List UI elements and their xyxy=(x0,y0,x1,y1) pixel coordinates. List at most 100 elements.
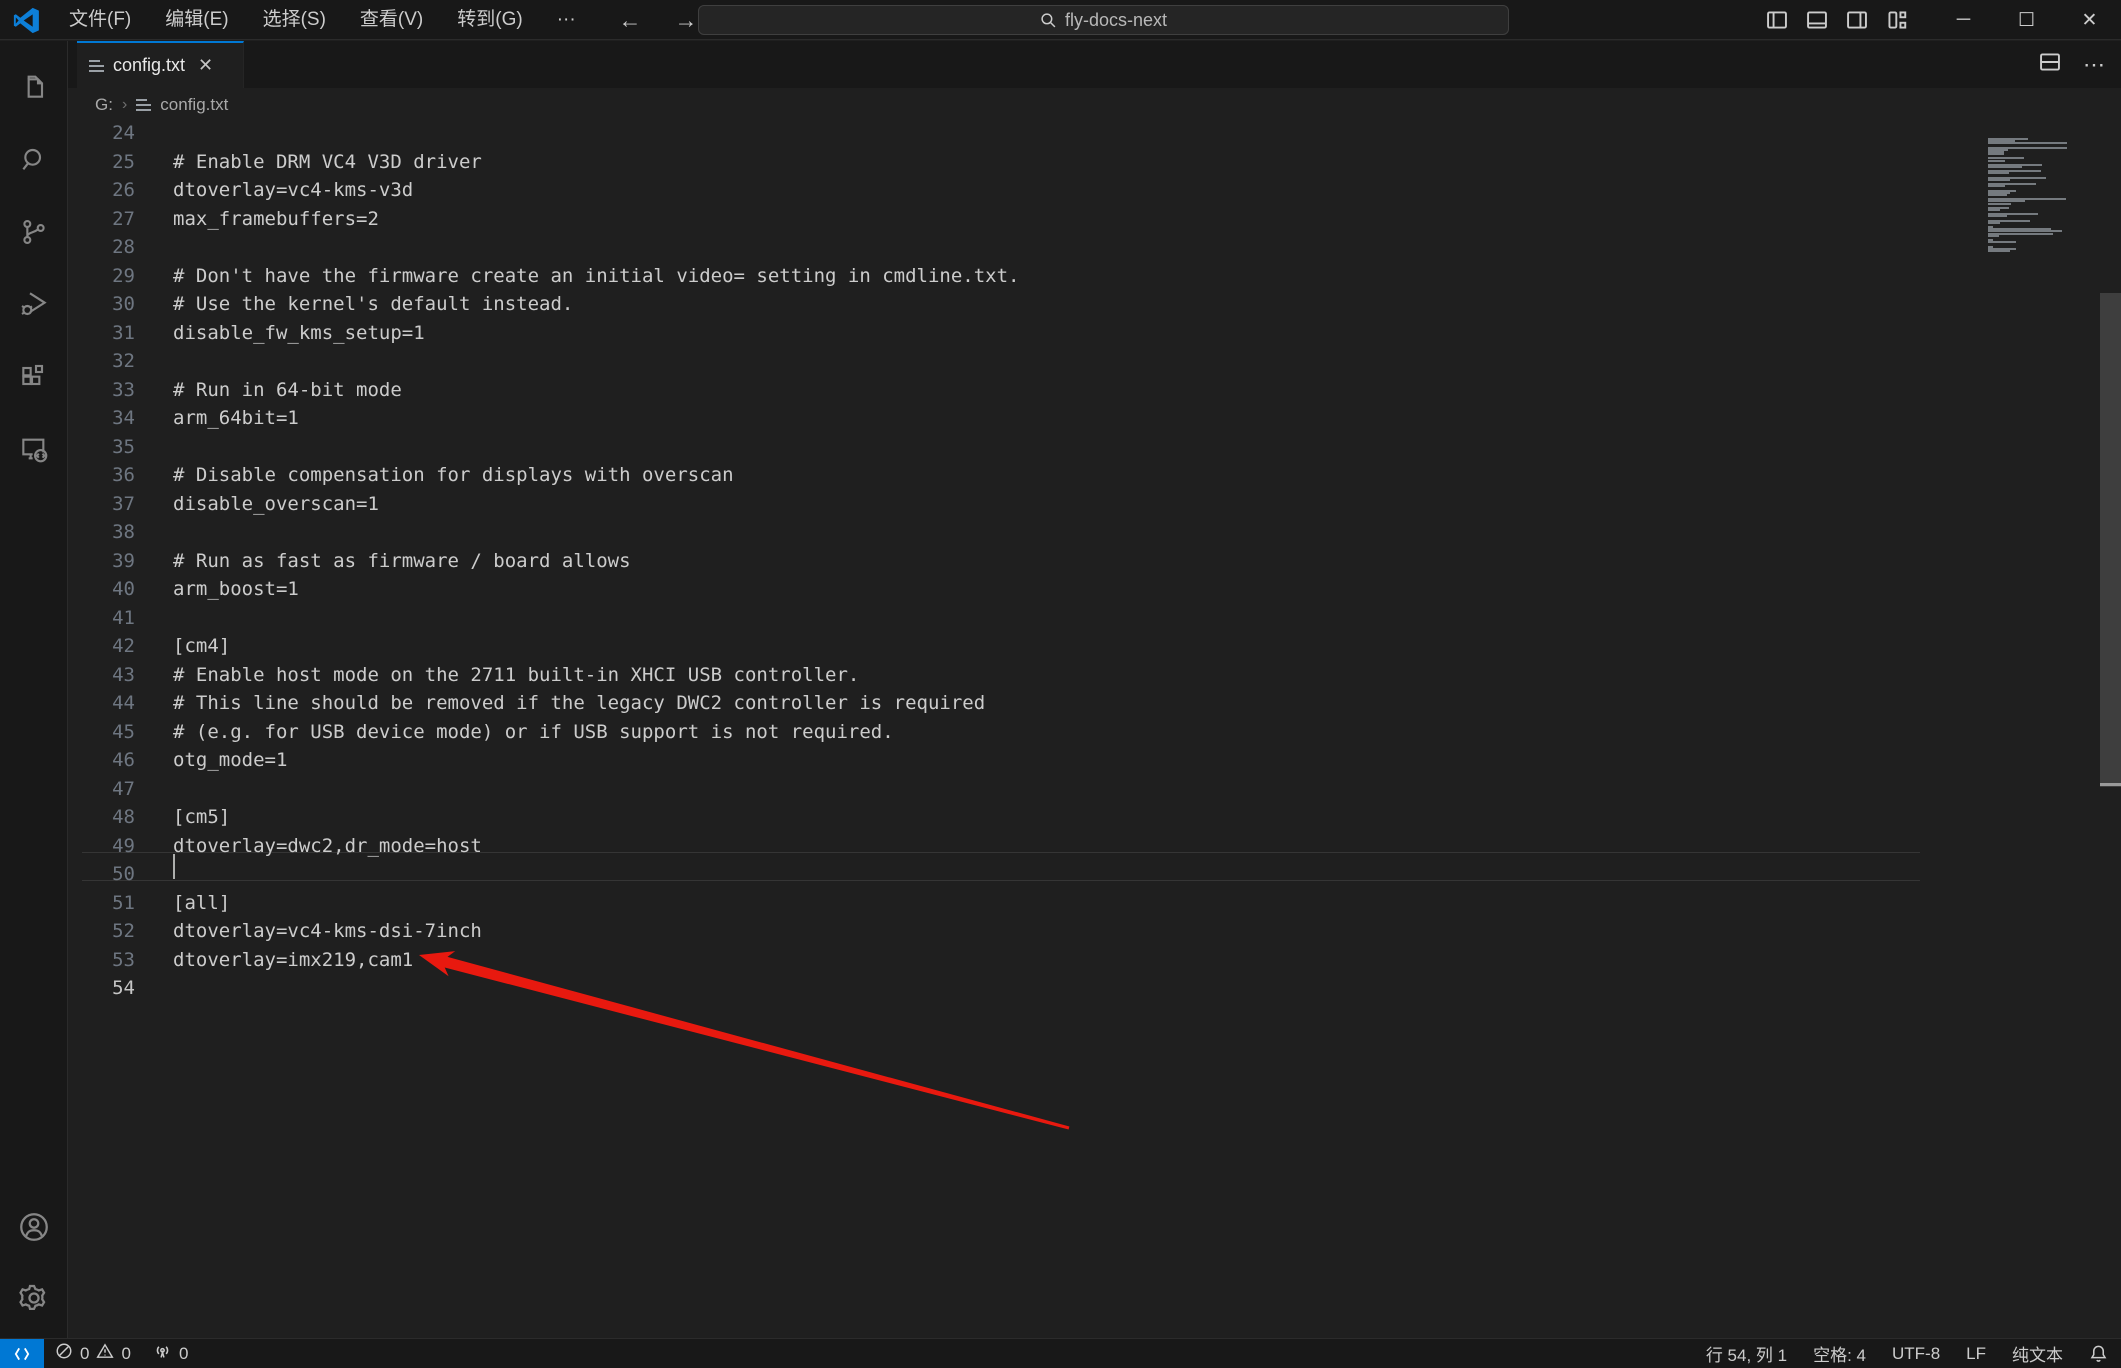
close-button[interactable]: ✕ xyxy=(2058,0,2121,40)
line-text-29[interactable]: # Don't have the firmware create an init… xyxy=(173,265,1019,287)
code-line-35[interactable]: 35 xyxy=(68,432,2121,461)
toggle-panel-icon[interactable] xyxy=(1802,5,1832,35)
breadcrumb-drive[interactable]: G: xyxy=(95,95,113,115)
ports-status[interactable]: 0 xyxy=(142,1339,199,1368)
code-line-36[interactable]: 36# Disable compensation for displays wi… xyxy=(68,461,2121,490)
code-line-51[interactable]: 51[all] xyxy=(68,888,2121,917)
code-line-25[interactable]: 25# Enable DRM VC4 V3D driver xyxy=(68,147,2121,176)
line-text-48[interactable]: [cm5] xyxy=(173,806,230,828)
status-eol[interactable]: LF xyxy=(1953,1339,1999,1368)
code-line-54[interactable]: 54 xyxy=(68,974,2121,1003)
line-text-31[interactable]: disable_fw_kms_setup=1 xyxy=(173,322,425,344)
editor[interactable]: 2425# Enable DRM VC4 V3D driver26dtoverl… xyxy=(68,122,2121,1338)
code-line-26[interactable]: 26dtoverlay=vc4-kms-v3d xyxy=(68,176,2121,205)
extensions-icon[interactable] xyxy=(17,361,51,395)
breadcrumb-file[interactable]: config.txt xyxy=(160,95,228,115)
line-number-45: 45 xyxy=(68,721,135,743)
line-text-51[interactable]: [all] xyxy=(173,892,230,914)
layout-controls xyxy=(1762,0,1912,40)
code-line-27[interactable]: 27max_framebuffers=2 xyxy=(68,204,2121,233)
menu-item-selection[interactable]: 选择(S) xyxy=(246,0,343,40)
minimap-line xyxy=(1988,235,1999,237)
line-text-37[interactable]: disable_overscan=1 xyxy=(173,493,379,515)
window-controls: ─ ☐ ✕ xyxy=(1932,0,2121,40)
menu-item-edit[interactable]: 编辑(E) xyxy=(148,0,245,40)
code-line-30[interactable]: 30# Use the kernel's default instead. xyxy=(68,290,2121,319)
status-language-mode[interactable]: 纯文本 xyxy=(1999,1339,2076,1368)
source-control-icon[interactable] xyxy=(17,215,51,249)
editor-scrollbar-thumb[interactable] xyxy=(2100,293,2121,787)
line-text-26[interactable]: dtoverlay=vc4-kms-v3d xyxy=(173,179,413,201)
code-line-40[interactable]: 40arm_boost=1 xyxy=(68,575,2121,604)
line-text-53[interactable]: dtoverlay=imx219,cam1 xyxy=(173,949,413,971)
command-center-search[interactable]: fly-docs-next xyxy=(698,5,1509,35)
notifications-bell-icon[interactable] xyxy=(2076,1339,2121,1368)
line-text-25[interactable]: # Enable DRM VC4 V3D driver xyxy=(173,151,482,173)
line-text-36[interactable]: # Disable compensation for displays with… xyxy=(173,464,734,486)
split-editor-icon[interactable] xyxy=(2039,51,2061,78)
line-text-42[interactable]: [cm4] xyxy=(173,635,230,657)
code-line-43[interactable]: 43# Enable host mode on the 2711 built-i… xyxy=(68,660,2121,689)
code-line-38[interactable]: 38 xyxy=(68,518,2121,547)
code-line-41[interactable]: 41 xyxy=(68,603,2121,632)
minimap-line xyxy=(1988,160,2005,162)
title-bar: 文件(F)编辑(E)选择(S)查看(V)转到(G)··· ← → fly-doc… xyxy=(0,0,2121,40)
remote-explorer-icon[interactable] xyxy=(17,432,51,466)
line-text-40[interactable]: arm_boost=1 xyxy=(173,578,299,600)
code-line-32[interactable]: 32 xyxy=(68,347,2121,376)
menu-item-file[interactable]: 文件(F) xyxy=(52,0,148,40)
line-text-44[interactable]: # This line should be removed if the leg… xyxy=(173,692,985,714)
code-line-37[interactable]: 37disable_overscan=1 xyxy=(68,489,2121,518)
more-actions-icon[interactable]: ⋯ xyxy=(2083,52,2107,78)
problems-status[interactable]: 0 0 xyxy=(44,1339,142,1368)
run-debug-icon[interactable] xyxy=(17,287,51,321)
toggle-secondary-sidebar-icon[interactable] xyxy=(1842,5,1872,35)
customize-layout-icon[interactable] xyxy=(1882,5,1912,35)
line-text-39[interactable]: # Run as fast as firmware / board allows xyxy=(173,550,631,572)
line-text-33[interactable]: # Run in 64-bit mode xyxy=(173,379,402,401)
explorer-icon[interactable] xyxy=(17,71,51,105)
minimize-button[interactable]: ─ xyxy=(1932,0,1995,40)
tab-close-icon[interactable]: ✕ xyxy=(198,55,213,76)
tab-config-txt[interactable]: config.txt ✕ xyxy=(77,41,244,88)
toggle-primary-sidebar-icon[interactable] xyxy=(1762,5,1792,35)
code-line-29[interactable]: 29# Don't have the firmware create an in… xyxy=(68,261,2121,290)
line-text-46[interactable]: otg_mode=1 xyxy=(173,749,287,771)
tab-label: config.txt xyxy=(113,55,185,76)
code-line-33[interactable]: 33# Run in 64-bit mode xyxy=(68,375,2121,404)
line-number-35: 35 xyxy=(68,436,135,458)
line-number-54: 54 xyxy=(68,977,135,999)
code-line-34[interactable]: 34arm_64bit=1 xyxy=(68,404,2121,433)
code-line-52[interactable]: 52dtoverlay=vc4-kms-dsi-7inch xyxy=(68,917,2121,946)
account-icon[interactable] xyxy=(17,1210,51,1244)
line-text-27[interactable]: max_framebuffers=2 xyxy=(173,208,379,230)
code-line-45[interactable]: 45 # (e.g. for USB device mode) or if USB… xyxy=(68,717,2121,746)
line-text-45[interactable]: # (e.g. for USB device mode) or if USB s… xyxy=(173,721,894,743)
line-text-43[interactable]: # Enable host mode on the 2711 built-in … xyxy=(173,664,859,686)
maximize-button[interactable]: ☐ xyxy=(1995,0,2058,40)
status-encoding[interactable]: UTF-8 xyxy=(1879,1339,1953,1368)
settings-gear-icon[interactable] xyxy=(17,1281,51,1315)
menu-item-more[interactable]: ··· xyxy=(540,0,593,40)
code-line-24[interactable]: 24 xyxy=(68,122,2121,148)
code-line-47[interactable]: 47 xyxy=(68,774,2121,803)
code-line-28[interactable]: 28 xyxy=(68,233,2121,262)
status-line-col[interactable]: 行 54, 列 1 xyxy=(1693,1339,1800,1368)
nav-back-icon[interactable]: ← xyxy=(608,0,652,40)
code-line-53[interactable]: 53dtoverlay=imx219,cam1 xyxy=(68,945,2121,974)
menu-item-view[interactable]: 查看(V) xyxy=(343,0,440,40)
code-line-46[interactable]: 46otg_mode=1 xyxy=(68,746,2121,775)
code-line-48[interactable]: 48[cm5] xyxy=(68,803,2121,832)
remote-indicator[interactable] xyxy=(0,1339,44,1368)
line-text-34[interactable]: arm_64bit=1 xyxy=(173,407,299,429)
minimap[interactable] xyxy=(1988,138,2072,268)
line-text-52[interactable]: dtoverlay=vc4-kms-dsi-7inch xyxy=(173,920,482,942)
code-line-42[interactable]: 42[cm4] xyxy=(68,632,2121,661)
search-sidebar-icon[interactable] xyxy=(17,143,51,177)
status-indent[interactable]: 空格: 4 xyxy=(1800,1339,1879,1368)
code-line-31[interactable]: 31disable_fw_kms_setup=1 xyxy=(68,318,2121,347)
menu-item-goto[interactable]: 转到(G) xyxy=(440,0,539,40)
code-line-44[interactable]: 44# This line should be removed if the l… xyxy=(68,689,2121,718)
line-text-30[interactable]: # Use the kernel's default instead. xyxy=(173,293,573,315)
code-line-39[interactable]: 39# Run as fast as firmware / board allo… xyxy=(68,546,2121,575)
